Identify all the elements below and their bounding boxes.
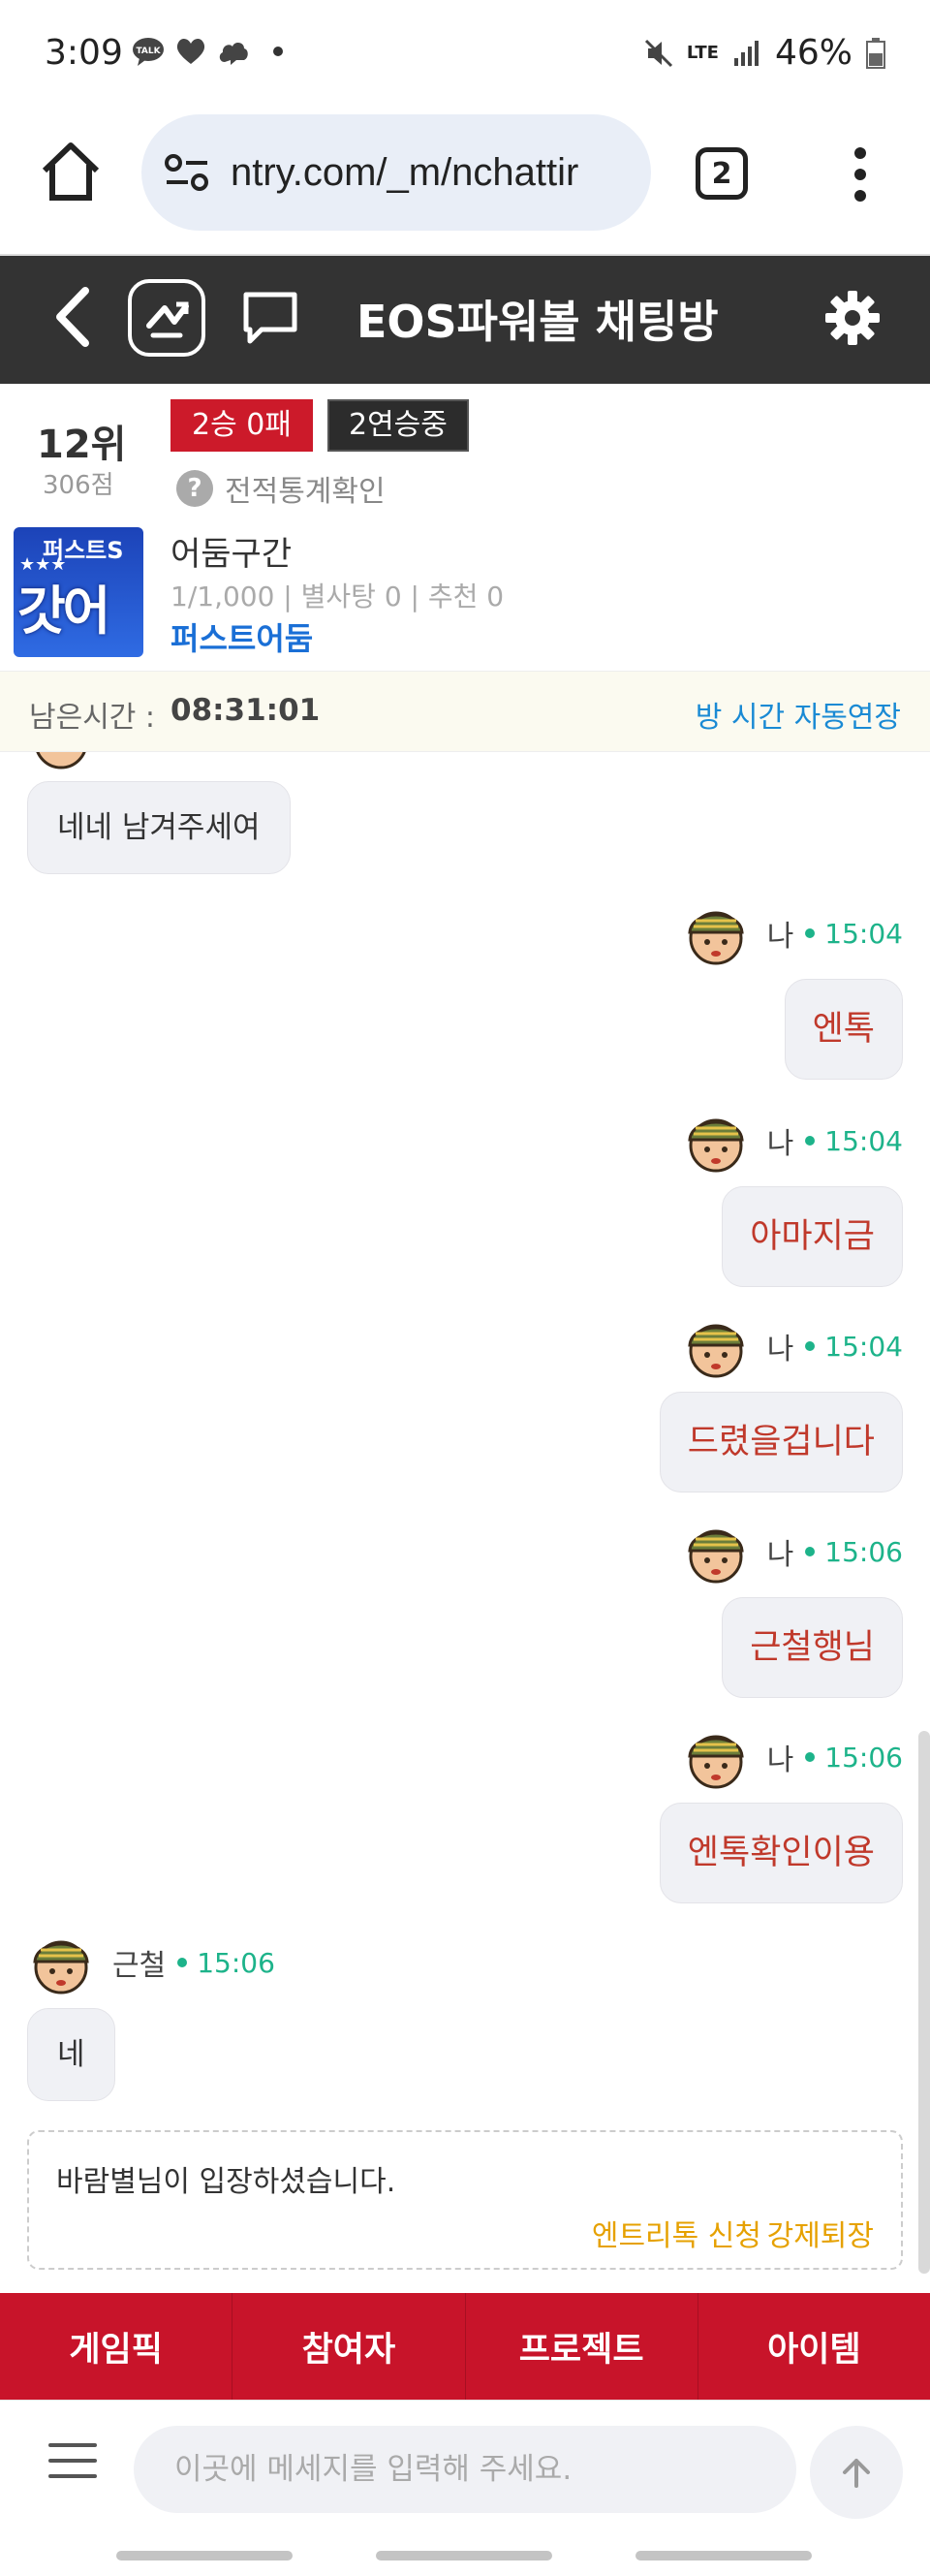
svg-text:TALK: TALK xyxy=(136,47,161,56)
chat-scrollbar[interactable] xyxy=(918,1731,930,2274)
kick-button[interactable]: 강제퇴장 xyxy=(767,2212,874,2254)
arrow-up-icon xyxy=(843,2459,870,2488)
message-input[interactable] xyxy=(134,2426,796,2513)
avatar-icon[interactable] xyxy=(27,1929,95,1996)
room-name: 어둠구간 xyxy=(170,535,293,574)
bottom-tab-bar: 게임픽 참여자 프로젝트 아이템 xyxy=(0,2293,930,2400)
more-notifications-dot xyxy=(273,47,283,56)
sender-nick: 나 xyxy=(766,1538,794,1572)
talk-icon: TALK xyxy=(133,38,164,66)
url-text: ntry.com/_m/nchattir xyxy=(231,150,579,194)
lte-indicator: LTE xyxy=(686,42,719,63)
chat-bubble-left: 네 xyxy=(27,2008,115,2101)
stats-link-label: 전적통계확인 xyxy=(225,475,386,509)
avatar-icon xyxy=(688,1735,744,1789)
system-status: LTE 46% xyxy=(644,33,885,73)
chat-bubble-icon[interactable] xyxy=(240,289,300,349)
mute-icon xyxy=(644,39,672,67)
sender-nick: 나 xyxy=(766,1333,794,1367)
address-bar[interactable]: ntry.com/_m/nchattir xyxy=(141,114,651,231)
nav-home-handle[interactable] xyxy=(376,2551,552,2560)
status-bar: 3:09 TALK LTE 46% xyxy=(0,0,930,109)
tab-game-pick[interactable]: 게임픽 xyxy=(0,2293,233,2400)
message-meta: 나 15:04 xyxy=(682,899,903,967)
battery-percent: 46% xyxy=(774,33,852,73)
notification-icons: TALK xyxy=(132,37,283,66)
message-time: 15:04 xyxy=(805,918,903,950)
message-time: 15:04 xyxy=(805,1125,903,1157)
room-meta: 1/1,000 | 별사탕 0 | 추천 0 xyxy=(170,581,505,613)
sender-nick: 나 xyxy=(766,1744,794,1777)
room-owner-link[interactable]: 퍼스트어둠 xyxy=(170,614,313,659)
avatar-icon xyxy=(688,1324,744,1378)
remaining-time-label: 남은시간 : xyxy=(29,701,156,735)
sender-nick: 나 xyxy=(766,920,794,954)
browser-toolbar: ntry.com/_m/nchattir 2 xyxy=(0,109,930,256)
back-arrow-icon[interactable] xyxy=(48,285,97,349)
system-message: 바람별님이 입장하셨습니다. xyxy=(56,2165,396,2199)
thumbnail-text-main: 갓어둠 xyxy=(17,581,110,642)
streak-badge: 2연승중 xyxy=(327,399,469,452)
chat-bubble-right: 근철행님 xyxy=(722,1597,903,1698)
avatar-icon xyxy=(688,1529,744,1584)
battery-icon xyxy=(866,37,885,69)
room-profile: 12위 306점 2승 0패 2연승중 ? 전적통계확인 퍼스트S ★★★ 갓어… xyxy=(0,384,930,671)
overflow-menu-icon[interactable] xyxy=(843,145,878,204)
sender-nick: 나 xyxy=(766,1127,794,1161)
message-meta: 나 15:06 xyxy=(682,1518,903,1586)
send-button[interactable] xyxy=(810,2426,903,2519)
message-meta: 근철 15:06 xyxy=(27,1929,275,1996)
auto-extend-link[interactable]: 방 시간 자동연장 xyxy=(696,693,901,736)
user-rank: 12위 xyxy=(37,423,127,467)
page-title: EOS파워볼 채팅방 xyxy=(356,296,719,348)
record-badge: 2승 0패 xyxy=(170,399,313,452)
message-time: 15:06 xyxy=(177,1947,275,1979)
system-navigation-bar xyxy=(0,2535,930,2576)
status-time: 3:09 xyxy=(45,33,123,73)
heart-icon xyxy=(176,38,205,64)
cloud-icon xyxy=(219,43,248,65)
tab-project[interactable]: 프로젝트 xyxy=(466,2293,698,2400)
system-message-box: 바람별님이 입장하셨습니다. 엔트리톡 신청 강제퇴장 xyxy=(27,2130,903,2270)
avatar-icon xyxy=(688,1118,744,1173)
user-score: 306점 xyxy=(43,471,114,500)
remaining-time-value: 08:31:01 xyxy=(170,693,321,728)
chat-message-list[interactable]: 네네 남겨주세여 나 15:04 엔톡 나 15:04 아마지금 나 15:04… xyxy=(0,752,930,2293)
message-input-bar xyxy=(0,2400,930,2535)
tab-switcher-button[interactable]: 2 xyxy=(696,147,748,200)
question-icon: ? xyxy=(176,470,213,507)
hamburger-menu-icon[interactable] xyxy=(48,2443,97,2482)
signal-icon xyxy=(733,40,759,66)
message-meta: 나 15:04 xyxy=(682,1107,903,1175)
home-icon[interactable] xyxy=(37,138,105,205)
message-time: 15:04 xyxy=(805,1331,903,1363)
room-thumbnail[interactable]: 퍼스트S ★★★ 갓어둠 xyxy=(14,527,143,657)
sender-nick[interactable]: 근철 xyxy=(112,1941,166,1984)
message-time: 15:06 xyxy=(805,1742,903,1774)
avatar-icon xyxy=(688,911,744,965)
chat-header: EOS파워볼 채팅방 xyxy=(0,256,930,384)
remaining-time-bar: 남은시간 : 08:31:01 방 시간 자동연장 xyxy=(0,671,930,752)
nav-back-handle[interactable] xyxy=(636,2551,812,2560)
entry-talk-request-button[interactable]: 엔트리톡 신청 xyxy=(592,2212,761,2254)
nav-recents-handle[interactable] xyxy=(116,2551,293,2560)
chat-bubble-left: 네네 남겨주세여 xyxy=(27,781,291,874)
chat-bubble-right: 엔톡 xyxy=(784,979,903,1080)
chat-bubble-right: 드렸을겁니다 xyxy=(659,1392,903,1492)
message-time: 15:06 xyxy=(805,1536,903,1568)
chat-bubble-right: 엔톡확인이용 xyxy=(659,1803,903,1903)
tab-items[interactable]: 아이템 xyxy=(698,2293,930,2400)
ntry-logo-icon[interactable] xyxy=(128,279,205,357)
message-meta: 나 15:04 xyxy=(682,1312,903,1380)
message-meta: 나 15:06 xyxy=(682,1723,903,1791)
chat-bubble-right: 아마지금 xyxy=(722,1186,903,1287)
tab-participants[interactable]: 참여자 xyxy=(232,2293,466,2400)
gear-icon[interactable] xyxy=(823,289,882,347)
stats-link[interactable]: ? 전적통계확인 xyxy=(176,467,386,510)
site-settings-icon[interactable] xyxy=(165,153,209,192)
avatar-icon xyxy=(36,752,86,770)
